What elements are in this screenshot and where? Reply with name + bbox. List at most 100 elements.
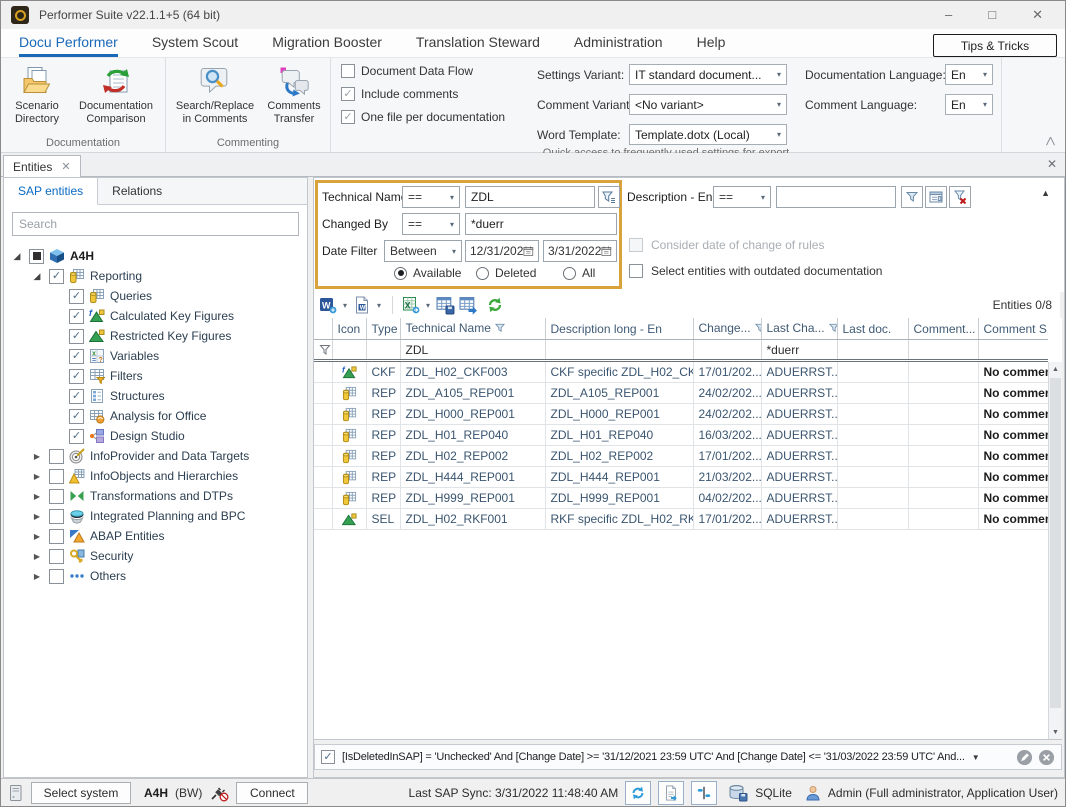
col-technical-name[interactable]: Technical Name [400, 318, 545, 340]
tree-item-security[interactable]: ▶ Security [4, 546, 307, 566]
edit-filter-button[interactable] [1016, 749, 1033, 766]
tree-item-transformations[interactable]: ▶ Transformations and DTPs [4, 486, 307, 506]
tab-translation-steward[interactable]: Translation Steward [416, 29, 540, 57]
tree-item-variables[interactable]: Variables [4, 346, 307, 366]
column-filter-icon[interactable] [495, 323, 505, 333]
remove-filter-button[interactable] [1038, 749, 1055, 766]
tab-sap-entities[interactable]: SAP entities [4, 178, 98, 205]
include-comments-checkbox[interactable]: Include comments [341, 87, 519, 101]
scenario-directory-button[interactable]: Scenario Directory [7, 63, 67, 128]
grid-row[interactable]: CKF ZDL_H02_CKF003 CKF specific ZDL_H02_… [314, 361, 1048, 383]
tree-item-structures[interactable]: Structures [4, 386, 307, 406]
checkbox-checked[interactable] [69, 429, 84, 444]
checkbox-unchecked[interactable] [49, 569, 64, 584]
chevron-down-icon[interactable]: ▾ [426, 301, 430, 310]
tab-docu-performer[interactable]: Docu Performer [19, 29, 118, 57]
select-system-button[interactable]: Select system [31, 782, 131, 804]
available-radio[interactable]: Available [394, 266, 461, 280]
tree-item-a4h[interactable]: ◢ A4H [4, 246, 307, 266]
tab-help[interactable]: Help [697, 29, 726, 57]
scroll-down-icon[interactable]: ▼ [1049, 725, 1062, 739]
settings-variant-select[interactable]: IT standard document... ▾ [629, 64, 787, 85]
deleted-radio[interactable]: Deleted [476, 266, 536, 280]
sync-button[interactable] [625, 781, 651, 805]
description-operator-select[interactable]: == ▾ [713, 186, 771, 208]
scroll-up-icon[interactable]: ▲ [1049, 362, 1062, 376]
grid-row[interactable]: REP ZDL_H999_REP001 ZDL_H999_REP001 04/0… [314, 488, 1048, 509]
filter-cell[interactable] [978, 340, 1048, 361]
technical-name-input[interactable] [465, 186, 595, 208]
grid-row[interactable]: REP ZDL_H444_REP001 ZDL_H444_REP001 21/0… [314, 467, 1048, 488]
word-document-button[interactable] [353, 296, 371, 314]
col-comment-status[interactable]: Comment S... [978, 318, 1048, 340]
date-to-input[interactable]: 3/31/2022 [543, 240, 617, 262]
apply-filter-button[interactable] [598, 186, 620, 208]
panel-close-icon[interactable]: ✕ [1047, 157, 1057, 171]
documentation-comparison-button[interactable]: Documentation Comparison [73, 63, 159, 128]
log-document-button[interactable] [658, 781, 684, 805]
column-filter-icon[interactable] [755, 323, 761, 333]
search-replace-comments-button[interactable]: Search/Replace in Comments [172, 63, 258, 128]
col-icon[interactable]: Icon [332, 318, 366, 340]
checkbox-checked[interactable] [69, 389, 84, 404]
tree-item-infoprovider[interactable]: ▶ InfoProvider and Data Targets [4, 446, 307, 466]
export-excel-button[interactable] [402, 296, 420, 314]
minimize-button[interactable]: – [945, 7, 952, 23]
col-type[interactable]: Type [366, 318, 400, 340]
maximize-button[interactable]: □ [988, 7, 996, 23]
chevron-down-icon[interactable]: ▼ [972, 753, 980, 762]
chevron-down-icon[interactable]: ▾ [377, 301, 381, 310]
load-layout-button[interactable] [459, 296, 478, 315]
tree-item-calculated-key-figures[interactable]: Calculated Key Figures [4, 306, 307, 326]
tree-item-infoobjects[interactable]: ▶ InfoObjects and Hierarchies [4, 466, 307, 486]
tree-item-abap-entities[interactable]: ▶ ABAP Entities [4, 526, 307, 546]
tree-item-filters[interactable]: Filters [4, 366, 307, 386]
expander-collapsed-icon[interactable]: ▶ [30, 472, 44, 481]
filter-cell[interactable] [908, 340, 978, 361]
connect-button[interactable]: Connect [236, 782, 308, 804]
checkbox-unchecked[interactable] [49, 449, 64, 464]
expander-expanded-icon[interactable]: ◢ [30, 271, 44, 282]
col-comment[interactable]: Comment... [908, 318, 978, 340]
checkbox-indeterminate[interactable] [29, 249, 44, 264]
description-input[interactable] [776, 186, 896, 208]
checkbox-checked[interactable] [69, 329, 84, 344]
export-word-button[interactable] [319, 296, 337, 314]
filter-cell[interactable] [545, 340, 693, 361]
outdated-docs-checkbox[interactable]: Select entities with outdated documentat… [629, 264, 882, 278]
date-from-input[interactable]: 12/31/202 [465, 240, 539, 262]
checkbox-unchecked[interactable] [49, 549, 64, 564]
tree-item-queries[interactable]: Queries [4, 286, 307, 306]
filter-cell[interactable] [332, 340, 366, 361]
expander-collapsed-icon[interactable]: ▶ [30, 572, 44, 581]
checkbox-unchecked[interactable] [49, 489, 64, 504]
checkbox-unchecked[interactable] [49, 469, 64, 484]
filter-cell[interactable] [693, 340, 761, 361]
expander-collapsed-icon[interactable]: ▶ [30, 512, 44, 521]
grid-row[interactable]: REP ZDL_H01_REP040 ZDL_H01_REP040 16/03/… [314, 425, 1048, 446]
comment-language-select[interactable]: En ▾ [945, 94, 993, 115]
expander-collapsed-icon[interactable]: ▶ [30, 532, 44, 541]
doc-language-select[interactable]: En ▾ [945, 64, 993, 85]
changed-by-operator-select[interactable]: == ▾ [402, 213, 460, 235]
save-layout-button[interactable] [436, 296, 455, 315]
col-change-date[interactable]: Change... [693, 318, 761, 340]
checkbox-unchecked[interactable] [49, 509, 64, 524]
vertical-scrollbar[interactable]: ▲ ▼ [1048, 362, 1062, 739]
grid-row[interactable]: REP ZDL_H02_REP002 ZDL_H02_REP002 17/01/… [314, 446, 1048, 467]
col-last-changed-by[interactable]: Last Cha... [761, 318, 837, 340]
grid-row[interactable]: REP ZDL_A105_REP001 ZDL_A105_REP001 24/0… [314, 383, 1048, 404]
date-filter-operator-select[interactable]: Between ▾ [384, 240, 462, 262]
filter-cell[interactable] [837, 340, 908, 361]
tips-tricks-button[interactable]: Tips & Tricks [933, 34, 1057, 57]
filter-cell-last-changed-by[interactable]: *duerr [761, 340, 837, 361]
scrollbar-thumb[interactable] [1050, 378, 1061, 708]
document-data-flow-checkbox[interactable]: Document Data Flow [341, 64, 519, 78]
tab-close-icon[interactable]: ✕ [61, 160, 70, 173]
col-last-doc[interactable]: Last doc. [837, 318, 908, 340]
tree-item-design-studio[interactable]: Design Studio [4, 426, 307, 446]
tab-relations[interactable]: Relations [98, 178, 176, 204]
ribbon-collapse-icon[interactable]: ⋀ [1046, 135, 1055, 145]
comments-transfer-button[interactable]: Comments Transfer [264, 63, 324, 128]
comment-variant-select[interactable]: <No variant> ▾ [629, 94, 787, 115]
